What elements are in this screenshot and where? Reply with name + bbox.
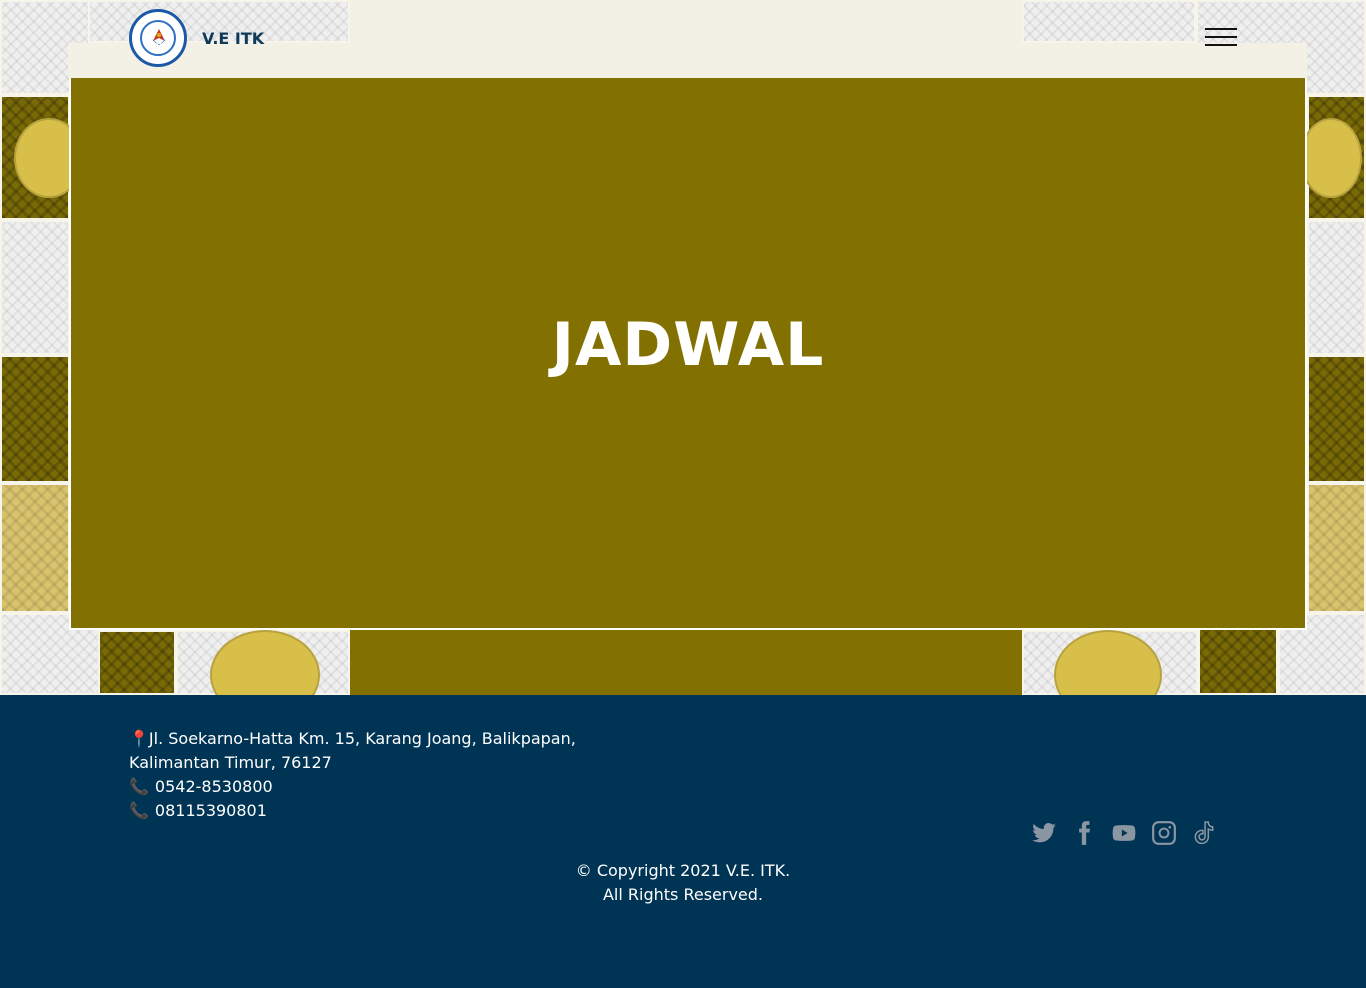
page-title: JADWAL: [551, 310, 825, 380]
phone-number-2: 08115390801: [154, 801, 267, 820]
phone-number-1: 0542-8530800: [154, 777, 273, 796]
instagram-icon[interactable]: [1150, 819, 1178, 847]
phone-icon: 📞: [129, 777, 149, 796]
brand-name: V.E ITK: [202, 28, 265, 48]
institution-seal-logo: [129, 9, 187, 67]
batik-tile: [1022, 0, 1196, 43]
address-line: 📍Jl. Soekarno-Hatta Km. 15, Karang Joang…: [129, 727, 589, 751]
copyright: © Copyright 2021 V.E. ITK. All Rights Re…: [0, 859, 1366, 907]
batik-tile: [0, 483, 70, 613]
copyright-line-2: All Rights Reserved.: [602, 885, 764, 904]
batik-tile: [0, 220, 70, 355]
hero-banner-extension: [350, 630, 1022, 695]
footer: 📍Jl. Soekarno-Hatta Km. 15, Karang Joang…: [0, 695, 1366, 988]
phone-line-1: 📞 0542-8530800: [129, 775, 589, 799]
facebook-icon[interactable]: [1070, 819, 1098, 847]
header-top-strip: [350, 0, 1022, 43]
address-text-1: Jl. Soekarno-Hatta Km. 15, Karang Joang,…: [148, 729, 576, 748]
batik-tile: [1307, 483, 1366, 613]
batik-disc: [1300, 118, 1362, 198]
address-text-2: Kalimantan Timur, 76127: [129, 753, 332, 772]
contact-info: 📍Jl. Soekarno-Hatta Km. 15, Karang Joang…: [129, 727, 589, 823]
hero-banner: JADWAL: [69, 78, 1307, 630]
batik-tile: [0, 355, 70, 483]
tiktok-icon[interactable]: [1190, 819, 1218, 847]
location-pin-icon: 📍: [129, 729, 149, 748]
seal-emblem-icon: [152, 29, 166, 45]
phone-line-2: 📞 08115390801: [129, 799, 589, 823]
brand-link[interactable]: V.E ITK: [129, 9, 264, 67]
twitter-icon[interactable]: [1030, 819, 1058, 847]
batik-tile: [1307, 355, 1366, 483]
phone-icon: 📞: [129, 801, 149, 820]
batik-tile: [1307, 220, 1366, 355]
batik-tile: [98, 630, 176, 695]
social-links: [1030, 819, 1218, 847]
hamburger-menu-icon[interactable]: [1205, 28, 1237, 48]
copyright-line-1: © Copyright 2021 V.E. ITK.: [575, 861, 791, 880]
youtube-icon[interactable]: [1110, 819, 1138, 847]
